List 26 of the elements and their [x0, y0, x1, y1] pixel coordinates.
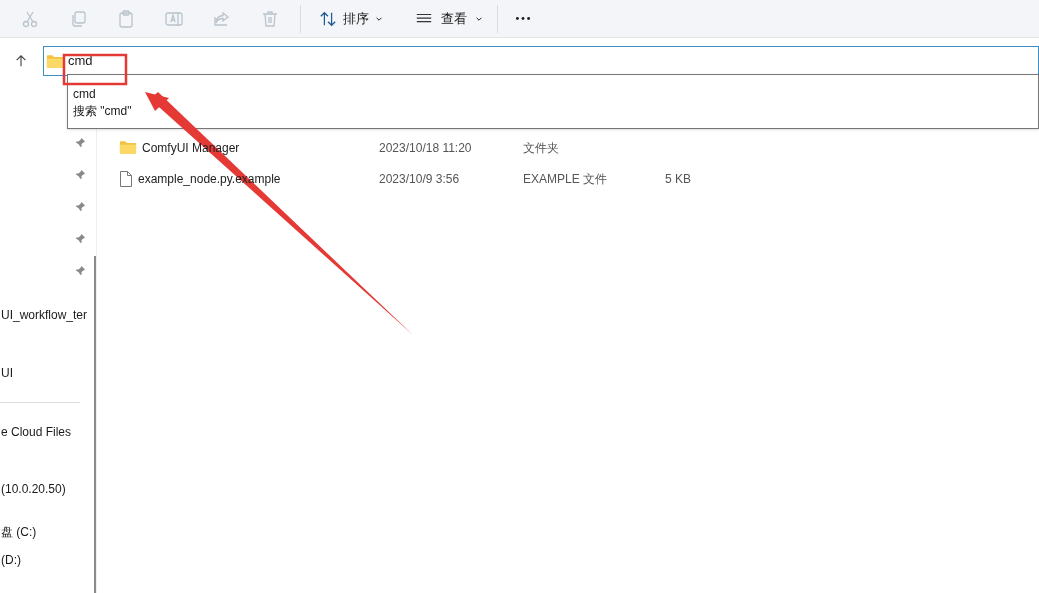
suggestion-item[interactable]: 搜索 "cmd"	[73, 103, 1038, 120]
size-cell-text: 5 KB	[665, 170, 691, 188]
more-icon	[515, 16, 531, 21]
folder-icon	[46, 53, 64, 69]
arrow-up-icon	[14, 54, 28, 68]
sidebar-item[interactable]: UI_workflow_ter	[1, 306, 88, 324]
scrollbar[interactable]	[94, 256, 96, 593]
file-icon	[119, 169, 133, 188]
highlight-rectangle	[62, 53, 128, 86]
trash-icon	[260, 8, 280, 29]
sort-button[interactable]: 排序	[315, 8, 387, 29]
folder-icon	[119, 140, 137, 155]
date-cell-text: 2023/10/18 11:20	[379, 139, 473, 157]
type-cell-text: 文件夹	[523, 139, 560, 157]
date-cell-text: 2023/10/9 3:56	[379, 170, 461, 188]
suggestion-item[interactable]: cmd	[73, 86, 1038, 103]
sort-icon	[319, 9, 337, 28]
view-button[interactable]: 查看	[411, 4, 498, 33]
type-cell-text: EXAMPLE 文件	[523, 170, 609, 188]
sidebar-item[interactable]: (10.0.20.50)	[1, 480, 66, 498]
sidebar-item[interactable]: e Cloud Files	[1, 422, 72, 441]
sidebar-item[interactable]: 盘 (C:)	[1, 523, 37, 541]
clipboard-icon	[116, 8, 136, 29]
sidebar-item[interactable]: UI	[1, 364, 13, 382]
sidebar-item[interactable]: (D:)	[1, 551, 21, 569]
address-input[interactable]: cmd	[68, 51, 1038, 71]
